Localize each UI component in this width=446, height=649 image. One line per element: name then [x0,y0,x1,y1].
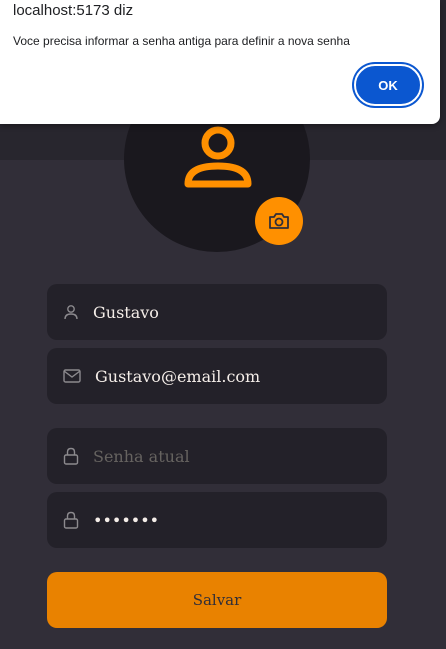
camera-icon [269,213,289,229]
new-password-input[interactable] [93,492,363,548]
change-avatar-button[interactable] [255,197,303,245]
email-input[interactable] [95,348,365,404]
dialog-message: Voce precisa informar a senha antiga par… [13,34,350,48]
profile-page: Salvar localhost:5173 diz Voce precisa i… [0,0,446,649]
lock-icon [63,511,79,529]
alert-dialog: localhost:5173 diz Voce precisa informar… [0,0,440,124]
old-password-field [47,428,387,484]
mail-icon [63,369,81,383]
dialog-title: localhost:5173 diz [13,2,134,19]
lock-icon [63,447,79,465]
new-password-field [47,492,387,548]
name-input[interactable] [93,284,363,340]
email-field [47,348,387,404]
name-field [47,284,387,340]
old-password-input[interactable] [93,428,363,484]
user-icon [64,305,78,320]
save-button[interactable]: Salvar [47,572,387,628]
user-icon [184,126,252,188]
ok-button[interactable]: OK [354,64,422,106]
